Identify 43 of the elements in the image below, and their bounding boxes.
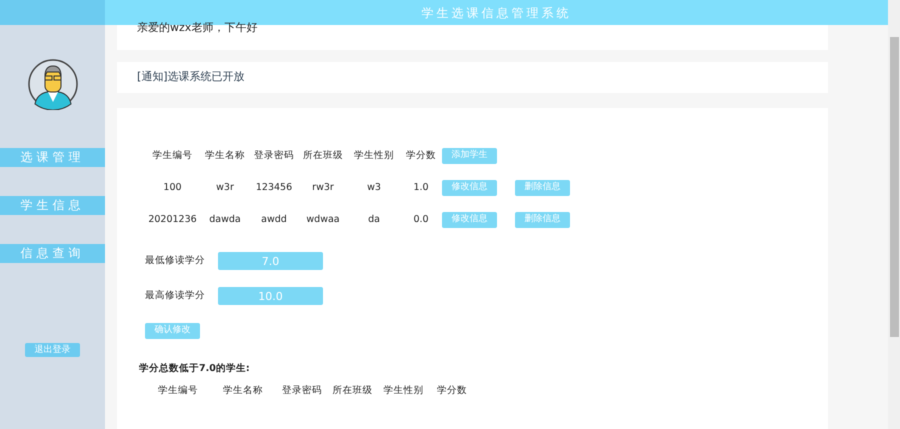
section-heading: 学分总数低于7.0的学生: [139,362,251,376]
scrollbar-thumb[interactable] [890,37,899,337]
table-cell-text: 123456 [254,180,294,195]
table-cell-text: awdd [260,212,288,227]
table-cell-text: w3 [366,180,382,195]
table-cell-text: dawda [208,212,242,227]
edit-button[interactable]: 修改信息 [442,180,497,196]
column-header: 学生名称 [204,148,246,163]
column-header: 所在班级 [332,384,374,398]
sidebar-menu-item[interactable]: 学生信息 [0,196,105,215]
column-header: 学分数 [405,148,437,163]
column-header: 登录密码 [281,384,323,398]
credit-input[interactable]: 10.0 [218,287,323,305]
table-cell-text: 1.0 [412,180,430,195]
column-header: 学生性别 [353,148,395,163]
credit-label: 最低修读学分 [145,254,206,268]
add-student-button[interactable]: 添加学生 [442,148,497,164]
edit-button[interactable]: 修改信息 [442,212,497,228]
confirm-button[interactable]: 确认修改 [145,322,200,339]
table-cell-text: rw3r [311,180,335,195]
delete-button[interactable]: 删除信息 [515,180,570,196]
column-header: 学分数 [436,384,468,398]
delete-button[interactable]: 删除信息 [515,212,570,228]
column-header: 学生名称 [222,384,264,398]
table-cell-text: 0.0 [412,212,430,227]
notice-text: [通知]选课系统已开放 [137,69,245,86]
sidebar-menu-item[interactable]: 信息查询 [0,244,105,263]
teacher-avatar-icon [26,58,78,110]
column-header: 所在班级 [302,148,344,163]
table-cell-text: wdwaa [305,212,341,227]
sidebar-menu-item[interactable]: 选课管理 [0,148,105,167]
column-header: 学生编号 [152,148,194,163]
table-cell-text: w3r [215,180,235,195]
column-header: 登录密码 [253,148,295,163]
table-cell-text: 20201236 [147,212,198,227]
scrollbar[interactable] [888,25,900,429]
table-cell-text: da [367,212,381,227]
logout-button[interactable]: 退出登录 [25,343,80,357]
column-header: 学生性别 [382,384,424,398]
credit-label: 最高修读学分 [145,288,206,303]
column-header: 学生编号 [157,384,199,398]
table-cell-text: 100 [162,180,183,195]
credit-input[interactable]: 7.0 [218,252,323,270]
